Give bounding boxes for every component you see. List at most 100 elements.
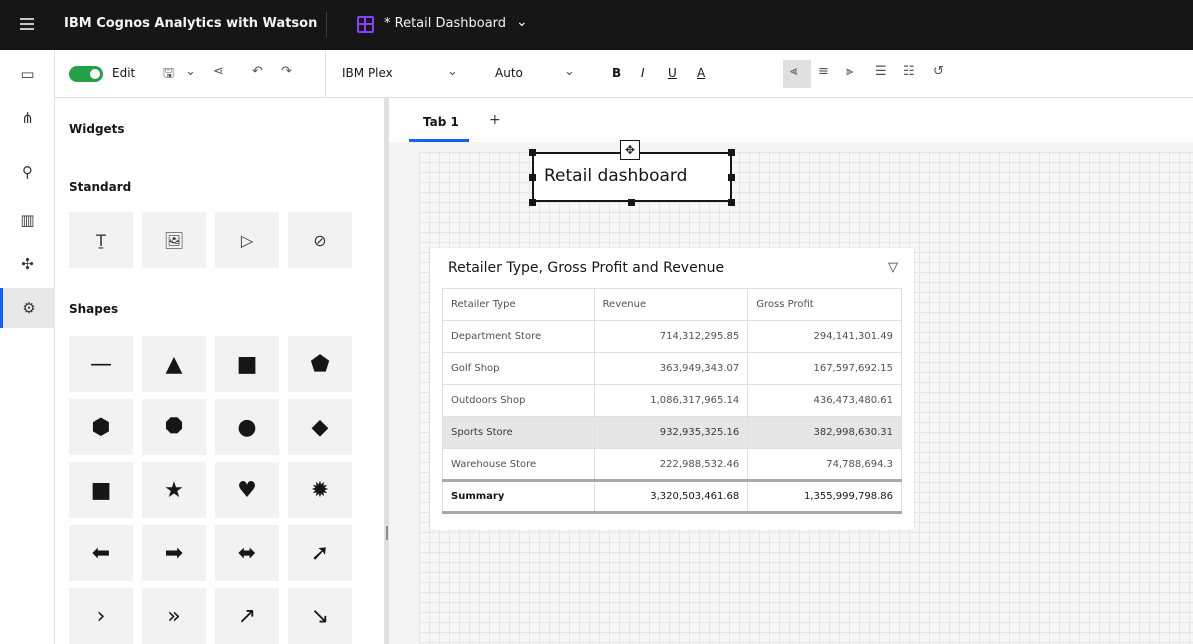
- arrow-curved-icon: ➚: [310, 540, 330, 566]
- column-header[interactable]: Gross Profit: [747, 288, 902, 321]
- pin-icon[interactable]: ⚲: [0, 152, 55, 192]
- bullet-list-icon[interactable]: ☰: [875, 64, 887, 79]
- comment-icon[interactable]: ▭: [0, 54, 55, 94]
- move-icon[interactable]: ✥: [620, 140, 640, 160]
- save-icon[interactable]: 🖫: [163, 64, 174, 86]
- arrow-left-icon: ⬅: [91, 540, 111, 566]
- arrow-curved-shape-tile[interactable]: ➚: [288, 525, 352, 581]
- column-header[interactable]: Revenue: [593, 288, 749, 321]
- seal-icon: ✹: [310, 477, 330, 503]
- font-color-icon[interactable]: A: [697, 66, 705, 80]
- retailer-type-cell[interactable]: Warehouse Store: [442, 448, 595, 481]
- resize-handle[interactable]: [728, 174, 735, 181]
- webpage-icon: ⊘: [313, 230, 327, 250]
- summary-row[interactable]: Summary 3,320,503,461.68 1,355,999,798.86: [442, 479, 902, 514]
- resize-handle[interactable]: [529, 174, 536, 181]
- revenue-cell[interactable]: 714,312,295.85: [593, 320, 749, 353]
- pentagon-shape-tile[interactable]: ⬟: [288, 336, 352, 392]
- star-shape-tile[interactable]: ★: [142, 462, 206, 518]
- tab-1[interactable]: Tab 1: [409, 108, 469, 142]
- retailer-type-cell[interactable]: Department Store: [442, 320, 595, 353]
- table-row[interactable]: Sports Store 932,935,325.16 382,998,630.31: [442, 416, 902, 449]
- font-size-select[interactable]: Auto: [495, 66, 523, 80]
- gross-profit-cell[interactable]: 74,788,694.3: [747, 448, 902, 481]
- diamond-shape-tile[interactable]: ◆: [288, 399, 352, 455]
- square-shape-tile[interactable]: ■: [215, 336, 279, 392]
- retailer-type-cell[interactable]: Outdoors Shop: [442, 384, 595, 417]
- arrow-both-shape-tile[interactable]: ⬌: [215, 525, 279, 581]
- align-left-icon[interactable]: ⫷: [790, 64, 797, 79]
- resize-handle[interactable]: [728, 199, 735, 206]
- table-widget[interactable]: Retailer Type, Gross Profit and Revenue …: [430, 248, 914, 530]
- numbered-list-icon[interactable]: ☷: [903, 64, 915, 79]
- triangle-shape-tile[interactable]: ▲: [142, 336, 206, 392]
- octagon-icon: ⯃: [165, 414, 183, 440]
- image-widget-tile[interactable]: 🖼: [142, 212, 206, 268]
- chevron-down-icon[interactable]: ⌄: [185, 64, 196, 79]
- heart-shape-tile[interactable]: ♥: [215, 462, 279, 518]
- gross-profit-cell[interactable]: 436,473,480.61: [747, 384, 902, 417]
- table-row[interactable]: Outdoors Shop 1,086,317,965.14 436,473,480…: [442, 384, 902, 417]
- edit-toggle[interactable]: [69, 66, 103, 82]
- resize-handle[interactable]: [529, 149, 536, 156]
- toolbar: Edit 🖫 ⌄ ⋖ ↶ ↷ IBM Plex ⌄ Auto ⌄ B I U A…: [55, 50, 1193, 98]
- gross-profit-cell[interactable]: 167,597,692.15: [747, 352, 902, 385]
- align-right-icon[interactable]: ⫸: [846, 64, 853, 79]
- align-center-icon[interactable]: ≡: [818, 64, 829, 79]
- chevron-shape-tile[interactable]: ›: [69, 588, 133, 644]
- assets-icon[interactable]: ✣: [0, 244, 55, 284]
- chevron-down-icon[interactable]: ⌄: [447, 64, 458, 79]
- table-row[interactable]: Golf Shop 363,949,343.07 167,597,692.15: [442, 352, 902, 385]
- arrow-left-shape-tile[interactable]: ⬅: [69, 525, 133, 581]
- rounded-square-shape-tile[interactable]: ■: [69, 462, 133, 518]
- seal-shape-tile[interactable]: ✹: [288, 462, 352, 518]
- revenue-cell[interactable]: 222,988,532.46: [593, 448, 749, 481]
- document-title[interactable]: * Retail Dashboard: [384, 16, 506, 31]
- media-widget-tile[interactable]: ▷: [215, 212, 279, 268]
- hamburger-menu-icon[interactable]: [20, 18, 34, 30]
- resize-handle[interactable]: [728, 149, 735, 156]
- chevron-down-icon[interactable]: ⌄: [564, 64, 575, 79]
- arrow-both-icon: ⬌: [237, 540, 257, 566]
- filter-icon[interactable]: ▽: [888, 260, 898, 275]
- visualizations-icon[interactable]: ▥: [0, 200, 55, 240]
- title-text[interactable]: Retail dashboard: [544, 166, 687, 186]
- line-icon: —: [90, 351, 112, 377]
- undo-icon[interactable]: ↶: [252, 64, 263, 79]
- redo-icon[interactable]: ↷: [281, 64, 292, 79]
- resize-handle[interactable]: [529, 199, 536, 206]
- resize-handle[interactable]: [628, 199, 635, 206]
- add-tab-button[interactable]: +: [489, 112, 501, 128]
- double-chevron-shape-tile[interactable]: »: [142, 588, 206, 644]
- retailer-type-cell[interactable]: Golf Shop: [442, 352, 595, 385]
- bold-icon[interactable]: B: [612, 66, 621, 80]
- gross-profit-cell[interactable]: 294,141,301.49: [747, 320, 902, 353]
- text-widget-tile[interactable]: Ṯ: [69, 212, 133, 268]
- trend-up-shape-tile[interactable]: ↗: [215, 588, 279, 644]
- table-row[interactable]: Department Store 714,312,295.85 294,141,30…: [442, 320, 902, 353]
- webpage-widget-tile[interactable]: ⊘: [288, 212, 352, 268]
- trend-down-shape-tile[interactable]: ↘: [288, 588, 352, 644]
- hexagon-shape-tile[interactable]: ⬢: [69, 399, 133, 455]
- chevron-down-icon[interactable]: ⌄: [516, 14, 528, 30]
- reset-icon[interactable]: ↺: [933, 64, 944, 79]
- gross-profit-cell[interactable]: 382,998,630.31: [747, 416, 902, 449]
- italic-icon[interactable]: I: [641, 66, 645, 80]
- revenue-cell[interactable]: 1,086,317,965.14: [593, 384, 749, 417]
- font-family-select[interactable]: IBM Plex: [342, 66, 393, 80]
- splitter-handle[interactable]: [386, 526, 388, 540]
- table-row[interactable]: Warehouse Store 222,988,532.46 74,788,694.…: [442, 448, 902, 481]
- column-header[interactable]: Retailer Type: [442, 288, 595, 321]
- underline-icon[interactable]: U: [668, 66, 677, 80]
- retailer-type-cell[interactable]: Sports Store: [442, 416, 595, 449]
- circle-shape-tile[interactable]: ●: [215, 399, 279, 455]
- line-shape-tile[interactable]: —: [69, 336, 133, 392]
- arrow-right-shape-tile[interactable]: ➡: [142, 525, 206, 581]
- widgets-icon[interactable]: ⚙: [0, 288, 55, 328]
- octagon-shape-tile[interactable]: ⯃: [142, 399, 206, 455]
- revenue-cell[interactable]: 363,949,343.07: [593, 352, 749, 385]
- share-icon[interactable]: ⋖: [213, 64, 224, 79]
- data-table: Retailer Type Revenue Gross Profit Depar…: [442, 288, 902, 514]
- data-sources-icon[interactable]: ⋔: [0, 98, 55, 138]
- revenue-cell[interactable]: 932,935,325.16: [593, 416, 749, 449]
